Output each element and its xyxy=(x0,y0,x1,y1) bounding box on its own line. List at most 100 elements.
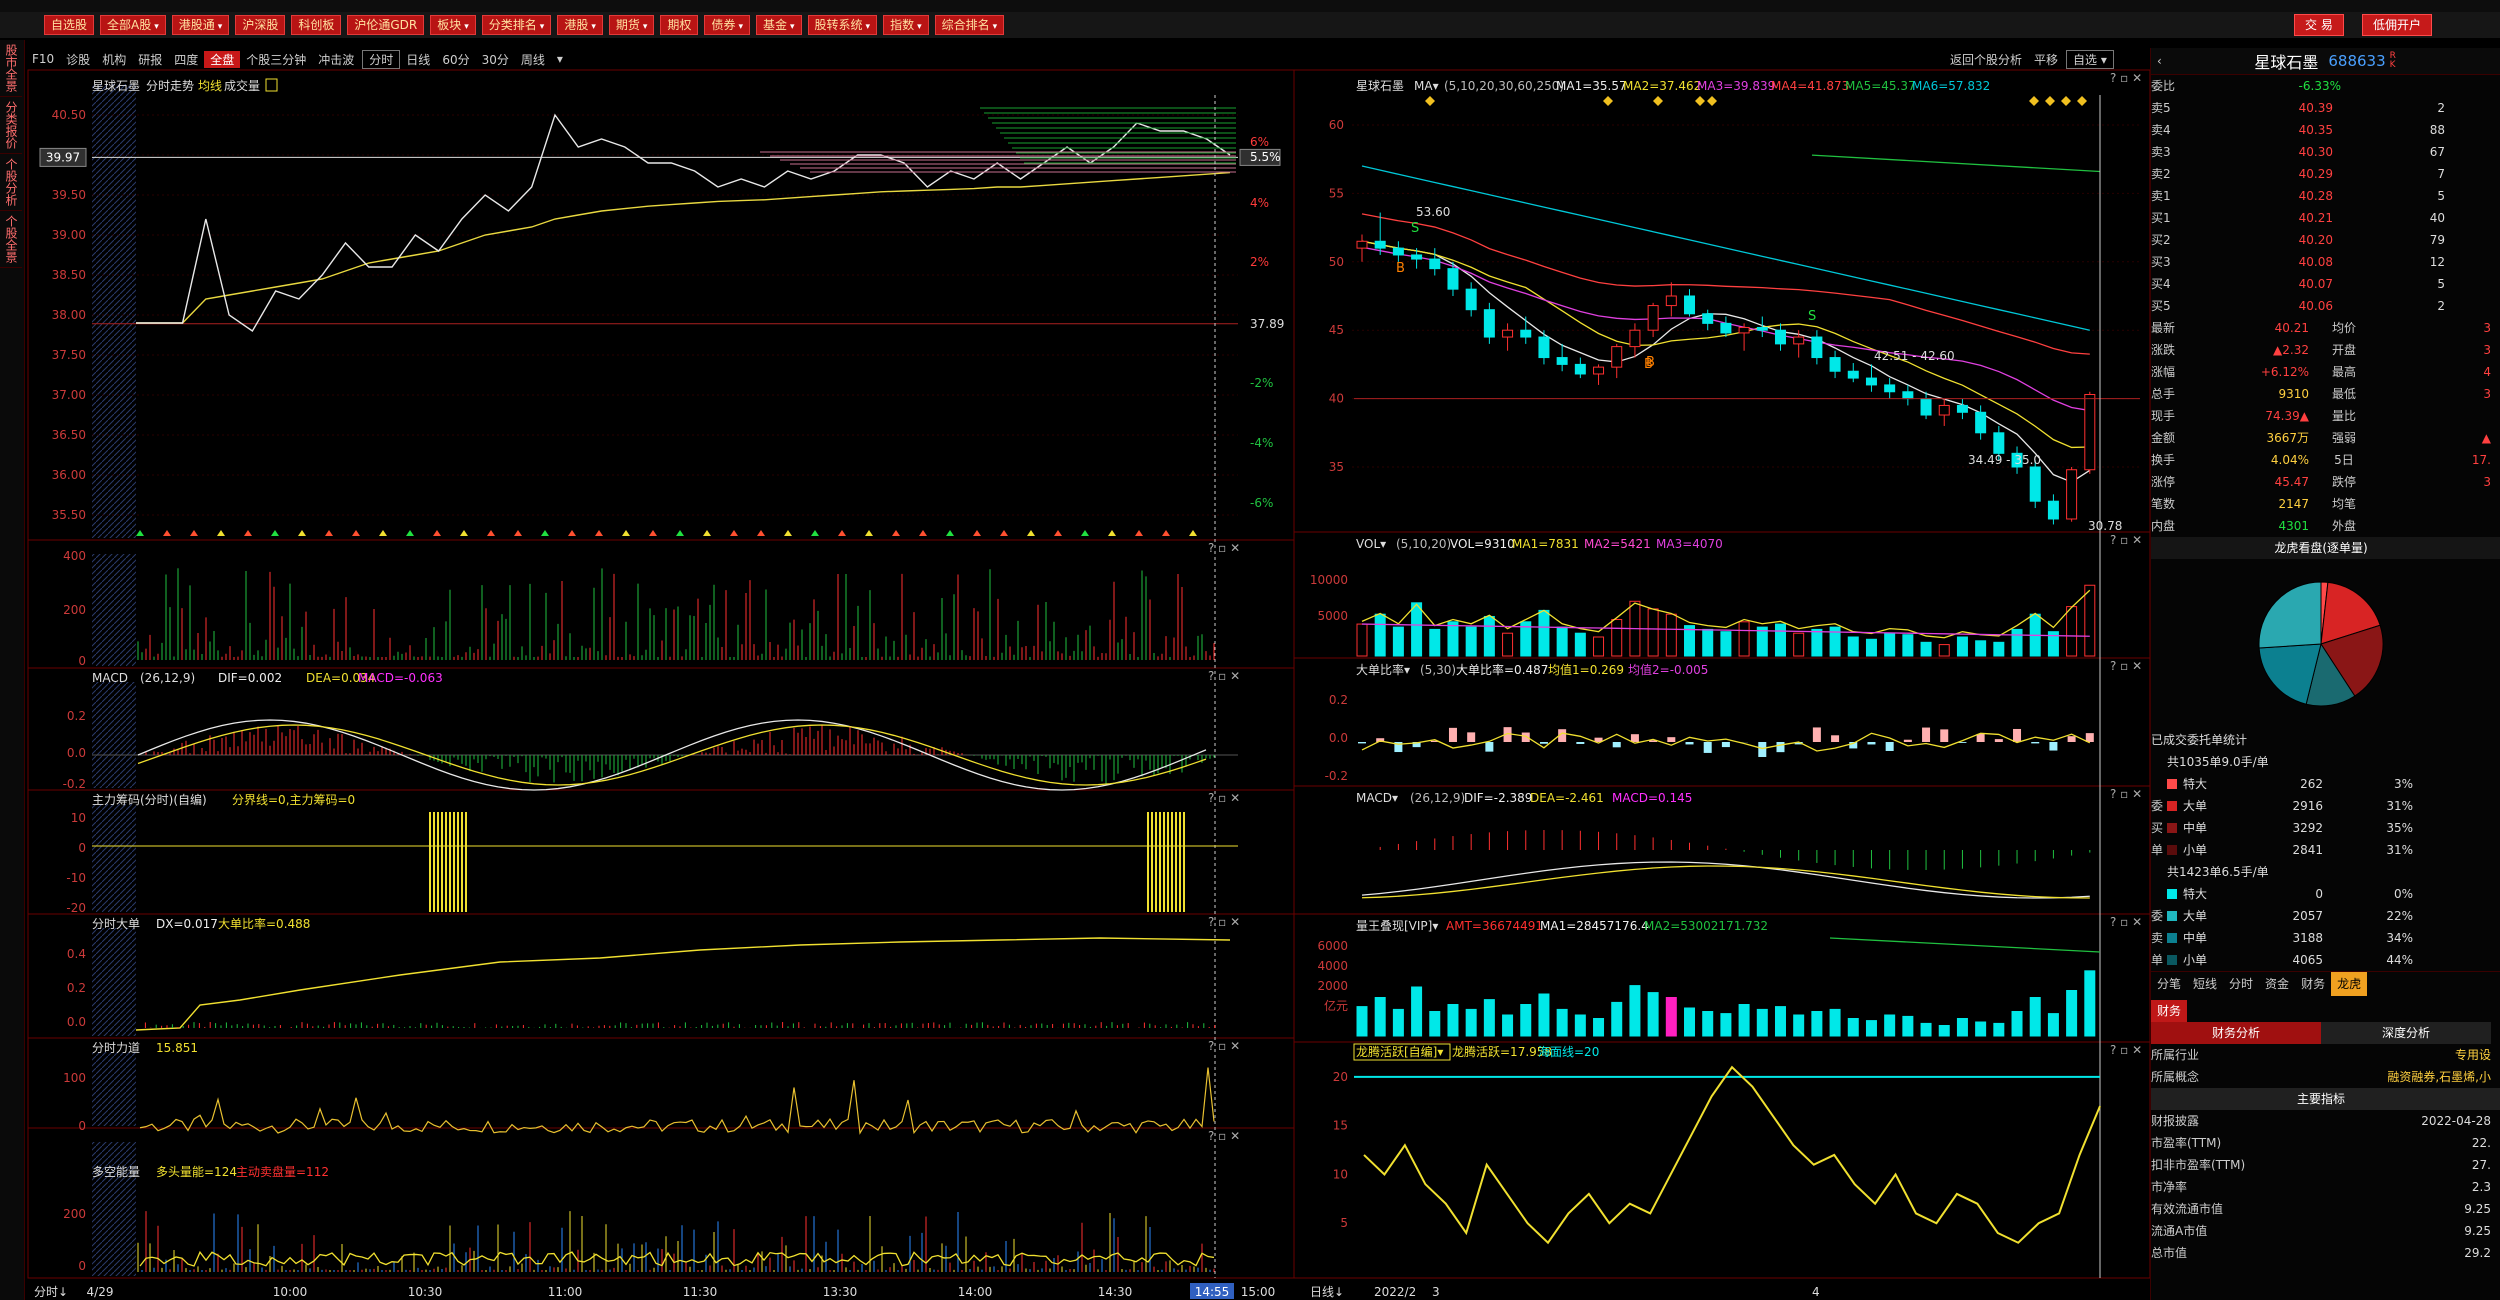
buy-order-row: 单 小单 2841 31% xyxy=(2151,839,2500,861)
event-marker xyxy=(865,530,873,536)
stat-row: 最新 40.21 均价 3 xyxy=(2151,317,2500,339)
open-account-button[interactable]: 低佣开户 xyxy=(2362,14,2433,36)
quote-cell: 最新 xyxy=(2151,321,2176,335)
order-volume: 3188 xyxy=(2292,931,2323,945)
bigratio-tick: 0.0 xyxy=(1329,731,1348,745)
stat-row: 涨停 45.47 跌停 3 xyxy=(2151,471,2500,493)
quote-cell: 共1035单9.0手/单 xyxy=(2167,755,2269,769)
dragon-title-row: 龙虎看盘(逐单量) xyxy=(2151,537,2500,559)
quote-cell: 40.39 xyxy=(2298,101,2333,115)
order-title-row: 已成交委托单统计 xyxy=(2151,729,2500,751)
bs-signal: S xyxy=(1808,309,1816,324)
index-row: 市净率 2.3 xyxy=(2151,1176,2500,1198)
vol-ma2: MA2=5421 xyxy=(1584,537,1651,551)
big-order-title: 分时大单 xyxy=(92,917,140,931)
signal-diamond xyxy=(1695,96,1705,106)
candle-body xyxy=(1884,384,1896,393)
quote-cell: 涨幅 xyxy=(2151,365,2176,379)
webi-row: 委比 -6.33% xyxy=(2151,75,2500,97)
vol-value: VOL=9310 xyxy=(1450,537,1515,551)
quote-cell: 开盘 xyxy=(2331,343,2356,357)
volume-bar xyxy=(2066,606,2078,657)
macd-params: (26,12,9) xyxy=(140,671,195,685)
left-chart-vol-label: 成交量 xyxy=(224,78,260,93)
quote-cell: 9.25 xyxy=(2464,1202,2491,1216)
legend-swatch xyxy=(2167,955,2177,965)
order-type: 小单 xyxy=(2183,843,2208,857)
candle-body xyxy=(1411,254,1423,260)
candle-body xyxy=(1574,363,1586,375)
quote-cell: 5日 xyxy=(2334,453,2354,467)
dragon-tick: 20 xyxy=(1333,1070,1348,1084)
quote-tab[interactable]: 分时 xyxy=(2223,972,2259,996)
quote-cell: 均笔 xyxy=(2331,497,2356,511)
quote-header: ‹ 星球石墨 688633 R K xyxy=(2151,48,2500,75)
stock-name: 星球石墨 xyxy=(2254,53,2319,72)
quote-cell xyxy=(2379,493,2491,515)
event-marker xyxy=(892,530,900,536)
ma-value: MA1=35.57 xyxy=(1556,79,1627,93)
date-label: 4 xyxy=(1812,1285,1820,1299)
event-marker xyxy=(541,530,549,536)
quote-cell xyxy=(2151,861,2167,883)
right-panel-frame xyxy=(1293,657,2150,787)
rk-badge: R K xyxy=(2389,51,2396,70)
index-row: 流通A市值 9.25 xyxy=(2151,1220,2500,1242)
right-price-tick: 50 xyxy=(1329,255,1344,269)
preopen-area xyxy=(92,804,136,912)
bigratio-bar xyxy=(1612,742,1621,748)
quote-cell: 7 xyxy=(2437,167,2445,181)
right-price-tick: 55 xyxy=(1329,186,1344,200)
panel-controls-icon: ? ▫ ✕ xyxy=(1208,669,1240,683)
event-marker xyxy=(514,530,522,536)
chart-canvas[interactable]: ? ▫ ✕? ▫ ✕? ▫ ✕? ▫ ✕? ▫ ✕? ▫ ✕星球石墨 分时走势 均线… xyxy=(0,0,2150,1300)
macd-title: MACD xyxy=(92,671,128,685)
volume-bar xyxy=(2084,584,2096,657)
quote-cell: 买2 xyxy=(2151,233,2171,247)
quote-cell: 涨跌 xyxy=(2151,343,2176,357)
quote-cell: 67 xyxy=(2429,145,2445,159)
trade-button[interactable]: 交 易 xyxy=(2294,14,2344,36)
range-annotation: 34.49 - 35.0 xyxy=(1968,453,2041,467)
amt-bar xyxy=(1447,1004,1459,1037)
fin-subtab[interactable]: 财务分析 xyxy=(2151,1022,2321,1044)
event-marker xyxy=(433,530,441,536)
fin-tab[interactable]: 财务 xyxy=(2151,1000,2188,1022)
amt-bar xyxy=(1938,1025,1950,1037)
sell-order-row: 卖 中单 3188 34% xyxy=(2151,927,2500,949)
quote-cell: 共1423单6.5手/单 xyxy=(2167,865,2269,879)
candle-body xyxy=(2066,469,2078,520)
panel-controls-icon: ? ▫ ✕ xyxy=(2110,71,2142,85)
quote-tab[interactable]: 龙虎 xyxy=(2331,972,2368,996)
bigratio-bar xyxy=(1467,732,1476,742)
pct-tick-label: 5.5% xyxy=(1250,150,1281,164)
left-panel-frame xyxy=(27,789,1295,915)
quote-tab[interactable]: 短线 xyxy=(2187,972,2223,996)
fin-tab-row: 财务 xyxy=(2151,1000,2500,1022)
preopen-area xyxy=(92,682,136,788)
macd-value: MACD=-0.063 xyxy=(358,671,443,685)
candle-body xyxy=(1356,240,1368,249)
pie-chart xyxy=(2151,559,2500,729)
quote-cell: 40.30 xyxy=(2298,145,2333,159)
event-marker xyxy=(811,530,819,536)
chevron-left-icon[interactable]: ‹ xyxy=(2157,54,2162,68)
pct-tick-label: -6% xyxy=(1250,496,1273,510)
quote-tab[interactable]: 资金 xyxy=(2259,972,2295,996)
amt-bar xyxy=(1429,1011,1441,1037)
quote-tab[interactable]: 分笔 xyxy=(2151,972,2187,996)
index-row: 扣非市盈率(TTM) 27. xyxy=(2151,1154,2500,1176)
low-annotation: 30.78 xyxy=(2088,519,2122,533)
fin-subtab[interactable]: 深度分析 xyxy=(2321,1022,2491,1044)
quote-cell: 40 xyxy=(2429,211,2445,225)
bigratio-bar xyxy=(1358,742,1366,744)
amt-bar xyxy=(1374,997,1386,1037)
quote-cell: 买3 xyxy=(2151,255,2171,269)
bid-row: 买3 40.08 12 xyxy=(2151,251,2500,273)
bigratio-bar xyxy=(1721,742,1730,748)
quote-tab[interactable]: 财务 xyxy=(2295,972,2331,996)
quote-cell: 3 xyxy=(2483,343,2491,357)
legend-swatch xyxy=(2167,845,2177,855)
force-title: 分时力道 xyxy=(92,1041,140,1055)
volume-bar xyxy=(1574,632,1586,657)
